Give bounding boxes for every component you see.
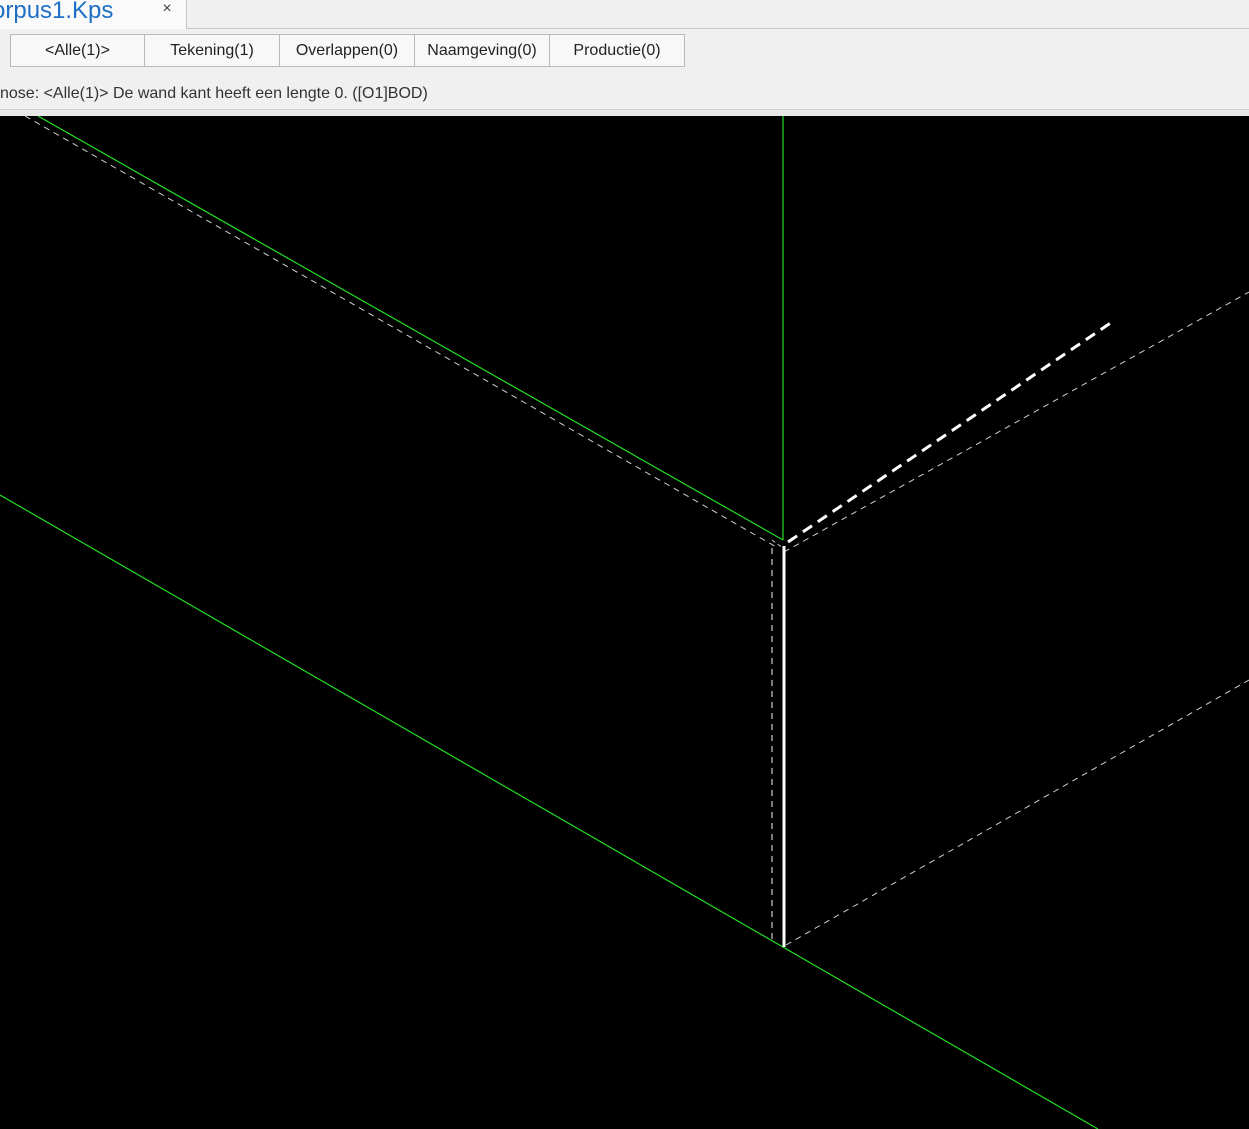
document-tab[interactable]: orpus1.Kps × bbox=[0, 0, 187, 29]
close-icon[interactable]: × bbox=[158, 0, 176, 18]
cad-drawing[interactable] bbox=[0, 116, 1249, 1129]
dashed-edge-upper-left bbox=[24, 116, 779, 549]
drawing-viewport[interactable] bbox=[0, 116, 1249, 1129]
toolbar-divider bbox=[0, 109, 1249, 116]
document-tab-strip: orpus1.Kps × bbox=[0, 0, 1249, 29]
green-edge-upper-diagonal bbox=[37, 116, 784, 541]
dashed-edge-lower-right bbox=[785, 679, 1249, 946]
green-edge-lower-diagonal bbox=[0, 494, 1099, 1129]
filter-overlap-button[interactable]: Overlappen(0) bbox=[280, 34, 415, 67]
document-tab-title: orpus1.Kps bbox=[0, 0, 114, 24]
top-toolbar-area: orpus1.Kps × <Alle(1)> Tekening(1) Overl… bbox=[0, 0, 1249, 116]
dashed-edge-corner-small bbox=[771, 539, 784, 549]
filter-naming-button[interactable]: Naamgeving(0) bbox=[415, 34, 550, 67]
selected-wall-edge-dashed bbox=[787, 320, 1113, 544]
diagnosis-filter-bar: <Alle(1)> Tekening(1) Overlappen(0) Naam… bbox=[10, 34, 685, 67]
app-window: orpus1.Kps × <Alle(1)> Tekening(1) Overl… bbox=[0, 0, 1249, 1129]
filter-production-button[interactable]: Productie(0) bbox=[550, 34, 685, 67]
filter-all-button[interactable]: <Alle(1)> bbox=[10, 34, 145, 67]
filter-drawing-button[interactable]: Tekening(1) bbox=[145, 34, 280, 67]
diagnosis-message: nose: <Alle(1)> De wand kant heeft een l… bbox=[0, 85, 428, 102]
dashed-edge-upper-right bbox=[783, 291, 1249, 553]
